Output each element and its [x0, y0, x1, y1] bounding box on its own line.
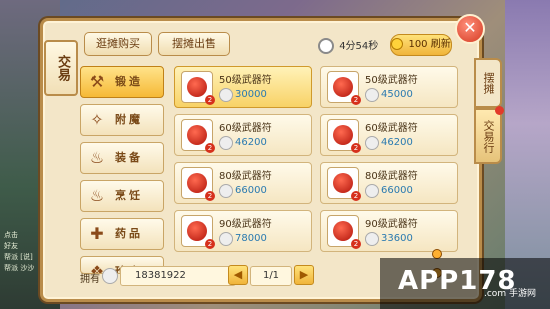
chevron-right-icon: ▶ [299, 268, 309, 281]
item-slot[interactable]: 2 80级武器符 66000 [320, 162, 458, 204]
close-icon: ✕ [463, 18, 477, 37]
weapon-talisman-icon: 2 [181, 167, 215, 201]
tab-buy[interactable]: 逛摊购买 [84, 32, 152, 56]
clock-icon [318, 38, 334, 54]
tab-sell[interactable]: 摆摊出售 [158, 32, 230, 56]
wand-icon: ✧ [90, 110, 104, 129]
weapon-talisman-icon: 2 [327, 71, 361, 105]
weapon-talisman-icon: 2 [327, 119, 361, 153]
medicine-icon: ✚ [90, 224, 104, 243]
item-price: 66000 [235, 185, 267, 196]
item-slot[interactable]: 2 50级武器符 45000 [320, 66, 458, 108]
category-label: 附魔 [115, 113, 143, 126]
weapon-talisman-icon: 2 [181, 119, 215, 153]
item-slot[interactable]: 2 60级武器符 46200 [320, 114, 458, 156]
item-name: 50级武器符 [365, 75, 418, 86]
category-enchant[interactable]: ✧ 附魔 [80, 104, 164, 136]
watermark-sub: .com 手游网 [484, 289, 536, 299]
weapon-talisman-icon: 2 [327, 167, 361, 201]
timer-text: 4分54秒 [339, 41, 379, 52]
item-name: 80级武器符 [219, 171, 272, 182]
silver-coin-icon [219, 232, 233, 246]
watermark: APP178 .com 手游网 [380, 258, 550, 309]
silver-coin-icon [365, 232, 379, 246]
silver-coin-icon [365, 184, 379, 198]
refresh-label: 100 刷新 [408, 39, 451, 50]
refresh-timer: 4分54秒 [318, 37, 378, 54]
side-tab-stall[interactable]: 摆摊 [474, 58, 502, 108]
item-grid: 2 50级武器符 30000 2 50级武器符 45000 2 60级武器符 4… [174, 66, 462, 256]
category-equipment[interactable]: ♨ 装备 [80, 142, 164, 174]
item-name: 60级武器符 [365, 123, 418, 134]
weapon-talisman-icon: 2 [327, 215, 361, 249]
silver-coin-icon [219, 136, 233, 150]
category-forge[interactable]: ⚒ 锻造 [80, 66, 164, 98]
item-price: 46200 [381, 137, 413, 148]
window-title: 交易 [44, 40, 78, 96]
item-name: 60级武器符 [219, 123, 272, 134]
chevron-left-icon: ◀ [233, 268, 243, 281]
category-label: 装备 [115, 151, 143, 164]
item-slot[interactable]: 2 50级武器符 30000 [174, 66, 312, 108]
item-name: 90级武器符 [219, 219, 272, 230]
category-label: 药品 [115, 227, 143, 240]
silver-coin-icon [102, 268, 118, 284]
category-list: ⚒ 锻造 ✧ 附魔 ♨ 装备 ♨ 烹饪 ✚ 药品 ❖ 珍宝 [80, 66, 164, 280]
item-price: 66000 [381, 185, 413, 196]
notification-dot [495, 106, 504, 115]
side-tab-market[interactable]: 交易行 [474, 106, 504, 164]
weapon-talisman-icon: 2 [181, 71, 215, 105]
item-name: 90级武器符 [365, 219, 418, 230]
item-name: 80级武器符 [365, 171, 418, 182]
item-price: 30000 [235, 89, 267, 100]
item-price: 46200 [235, 137, 267, 148]
side-tab-market-label: 交易行 [482, 119, 495, 153]
gold-coin-icon [391, 38, 404, 50]
weapon-talisman-icon: 2 [181, 215, 215, 249]
page-indicator: 1/1 [250, 266, 292, 286]
silver-coin-icon [365, 136, 379, 150]
silver-coin-icon [219, 184, 233, 198]
item-price: 78000 [235, 233, 267, 244]
category-medicine[interactable]: ✚ 药品 [80, 218, 164, 250]
pot-icon: ♨ [89, 186, 105, 205]
item-slot[interactable]: 2 80级武器符 66000 [174, 162, 312, 204]
category-cooking[interactable]: ♨ 烹饪 [80, 180, 164, 212]
owned-amount: 18381922 [120, 266, 236, 286]
category-label: 锻造 [115, 75, 143, 88]
item-price: 45000 [381, 89, 413, 100]
silver-coin-icon [365, 88, 379, 102]
next-page-button[interactable]: ▶ [294, 265, 314, 285]
owned-label: 拥有 [80, 274, 100, 285]
emoji-icon[interactable] [432, 244, 452, 278]
item-name: 50级武器符 [219, 75, 272, 86]
prev-page-button[interactable]: ◀ [228, 265, 248, 285]
refresh-button[interactable]: 100 刷新 [390, 34, 452, 56]
item-price: 33600 [381, 233, 413, 244]
item-slot[interactable]: 2 60级武器符 46200 [174, 114, 312, 156]
hammer-icon: ⚒ [89, 72, 105, 91]
category-label: 烹饪 [115, 189, 143, 202]
close-button[interactable]: ✕ [455, 14, 485, 44]
silver-coin-icon [219, 88, 233, 102]
armor-icon: ♨ [89, 148, 105, 167]
item-slot[interactable]: 2 90级武器符 78000 [174, 210, 312, 252]
